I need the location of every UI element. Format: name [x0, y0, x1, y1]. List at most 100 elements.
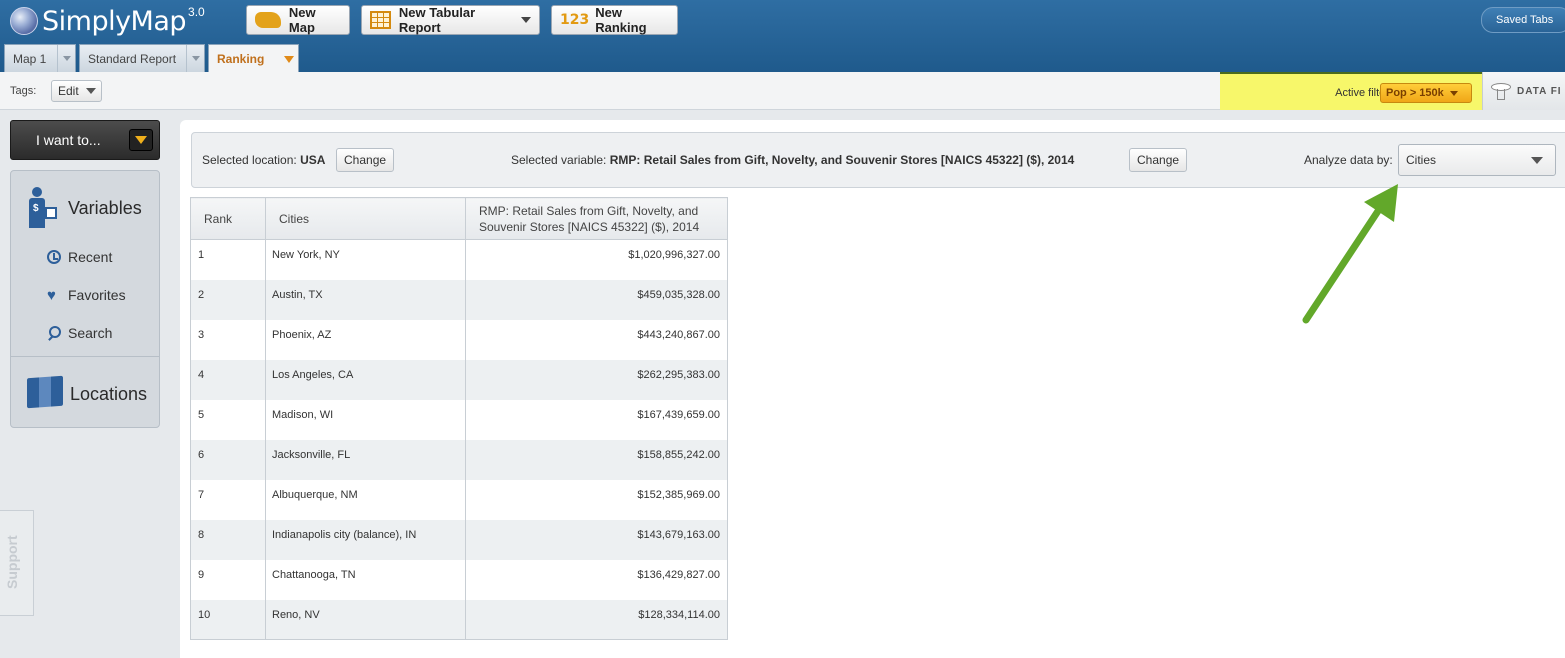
table-row: 1 New York, NY $1,020,996,327.00: [190, 239, 728, 280]
chevron-down-icon[interactable]: [129, 129, 153, 151]
sidebar-item-favorites[interactable]: ♥ Favorites: [47, 287, 126, 303]
rank-cell: 7: [190, 479, 266, 520]
logo[interactable]: SimplyMap 3.0: [10, 5, 205, 37]
selected-variable: Selected variable: RMP: Retail Sales fro…: [511, 153, 1074, 167]
city-cell: New York, NY: [265, 239, 466, 280]
table-row: 3 Phoenix, AZ $443,240,867.00: [190, 319, 728, 360]
ranking-table: Rank Cities RMP: Retail Sales from Gift,…: [190, 197, 728, 640]
sidebar-panel: $ Variables Recent ♥ Favorites Search Lo…: [10, 170, 160, 428]
variables-person-icon: $: [29, 187, 57, 229]
column-header-rank[interactable]: Rank: [190, 197, 266, 240]
table-row: 2 Austin, TX $459,035,328.00: [190, 279, 728, 320]
logo-version: 3.0: [188, 5, 205, 19]
table-icon: [370, 11, 391, 29]
active-filter-dropdown[interactable]: Pop > 150k: [1380, 83, 1472, 103]
locations-title[interactable]: Locations: [70, 384, 147, 405]
column-header-value[interactable]: RMP: Retail Sales from Gift, Novelty, an…: [465, 197, 728, 240]
table-row: 4 Los Angeles, CA $262,295,383.00: [190, 359, 728, 400]
table-header-row: Rank Cities RMP: Retail Sales from Gift,…: [190, 197, 728, 240]
selected-location: Selected location: USA: [202, 153, 325, 167]
rank-cell: 5: [190, 399, 266, 440]
city-cell: Reno, NV: [265, 599, 466, 640]
new-map-button[interactable]: New Map: [246, 5, 350, 35]
table-row: 7 Albuquerque, NM $152,385,969.00: [190, 479, 728, 520]
table-row: 10 Reno, NV $128,334,114.00: [190, 599, 728, 640]
tags-label: Tags:: [10, 85, 37, 97]
edit-tags-button[interactable]: Edit: [51, 80, 102, 102]
value-cell: $1,020,996,327.00: [465, 239, 728, 280]
tab-ranking[interactable]: Ranking: [208, 44, 299, 73]
analyze-label: Analyze data by:: [1304, 153, 1393, 167]
active-filter-highlight: Active filter: Pop > 150k: [1220, 72, 1482, 110]
city-cell: Los Angeles, CA: [265, 359, 466, 400]
analyze-by-value: Cities: [1406, 153, 1437, 167]
i-want-to-menu[interactable]: I want to...: [10, 120, 160, 160]
sidebar-item-search[interactable]: Search: [47, 325, 112, 341]
sidebar-item-label: Recent: [68, 249, 113, 265]
value-cell: $262,295,383.00: [465, 359, 728, 400]
table-row: 6 Jacksonville, FL $158,855,242.00: [190, 439, 728, 480]
city-cell: Austin, TX: [265, 279, 466, 320]
funnel-icon: [1491, 82, 1511, 100]
new-tabular-report-label: New Tabular Report: [398, 5, 476, 35]
tab-label: Ranking: [217, 52, 265, 66]
rank-cell: 8: [190, 519, 266, 560]
rank-cell: 6: [190, 439, 266, 480]
support-tab[interactable]: Support: [0, 510, 34, 616]
tab-label: Map 1: [13, 51, 47, 66]
ranking-123-icon: 123: [560, 12, 590, 28]
variables-title[interactable]: Variables: [68, 198, 142, 219]
us-map-icon: [255, 12, 281, 28]
city-cell: Phoenix, AZ: [265, 319, 466, 360]
top-header: SimplyMap 3.0 New Map New Tabular Report…: [0, 0, 1565, 73]
analyze-by-select[interactable]: Cities: [1398, 144, 1556, 176]
selected-location-label: Selected location:: [202, 153, 297, 167]
value-cell: $128,334,114.00: [465, 599, 728, 640]
selected-location-value: USA: [300, 153, 326, 167]
rank-cell: 3: [190, 319, 266, 360]
chevron-down-icon[interactable]: [521, 17, 531, 23]
table-row: 8 Indianapolis city (balance), IN $143,679…: [190, 519, 728, 560]
value-cell: $152,385,969.00: [465, 479, 728, 520]
value-cell: $167,439,659.00: [465, 399, 728, 440]
rank-cell: 4: [190, 359, 266, 400]
tab-menu-icon[interactable]: [280, 45, 298, 73]
selected-variable-label: Selected variable:: [511, 153, 607, 167]
variables-section: $ Variables Recent ♥ Favorites Search: [11, 171, 159, 357]
chevron-down-icon: [1531, 157, 1543, 164]
edit-label: Edit: [58, 84, 79, 98]
data-filter-button[interactable]: DATA FI: [1482, 72, 1565, 110]
chevron-down-icon: [1449, 90, 1458, 96]
city-cell: Indianapolis city (balance), IN: [265, 519, 466, 560]
clock-icon: [47, 250, 61, 264]
sidebar-item-label: Favorites: [68, 287, 126, 303]
table-row: 5 Madison, WI $167,439,659.00: [190, 399, 728, 440]
change-location-button[interactable]: Change: [336, 148, 395, 172]
sidebar-item-label: Search: [68, 325, 113, 341]
column-header-cities[interactable]: Cities: [265, 197, 466, 240]
value-cell: $136,429,827.00: [465, 559, 728, 600]
change-variable-button[interactable]: Change: [1129, 148, 1188, 172]
new-ranking-button[interactable]: 123 New Ranking: [551, 5, 678, 35]
rank-cell: 10: [190, 599, 266, 640]
tab-map-1[interactable]: Map 1: [4, 44, 76, 72]
data-filter-label: DATA FI: [1517, 85, 1562, 97]
logo-text: SimplyMap: [42, 5, 187, 37]
new-tabular-report-button[interactable]: New Tabular Report: [361, 5, 540, 35]
value-cell: $459,035,328.00: [465, 279, 728, 320]
sidebar-item-recent[interactable]: Recent: [47, 249, 112, 265]
table-row: 9 Chattanooga, TN $136,429,827.00: [190, 559, 728, 600]
city-cell: Albuquerque, NM: [265, 479, 466, 520]
tab-label: Standard Report: [88, 51, 177, 66]
i-want-to-label: I want to...: [36, 132, 101, 148]
tab-menu-icon[interactable]: [186, 45, 204, 72]
saved-tabs-button[interactable]: Saved Tabs: [1481, 7, 1565, 33]
rank-cell: 9: [190, 559, 266, 600]
value-cell: $443,240,867.00: [465, 319, 728, 360]
tab-menu-icon[interactable]: [57, 45, 75, 72]
locations-map-icon: [27, 375, 63, 409]
active-filter-value: Pop > 150k: [1386, 87, 1444, 99]
selected-variable-value: RMP: Retail Sales from Gift, Novelty, an…: [609, 153, 1075, 167]
new-ranking-label: New Ranking: [595, 5, 647, 35]
tab-standard-report[interactable]: Standard Report: [79, 44, 205, 72]
